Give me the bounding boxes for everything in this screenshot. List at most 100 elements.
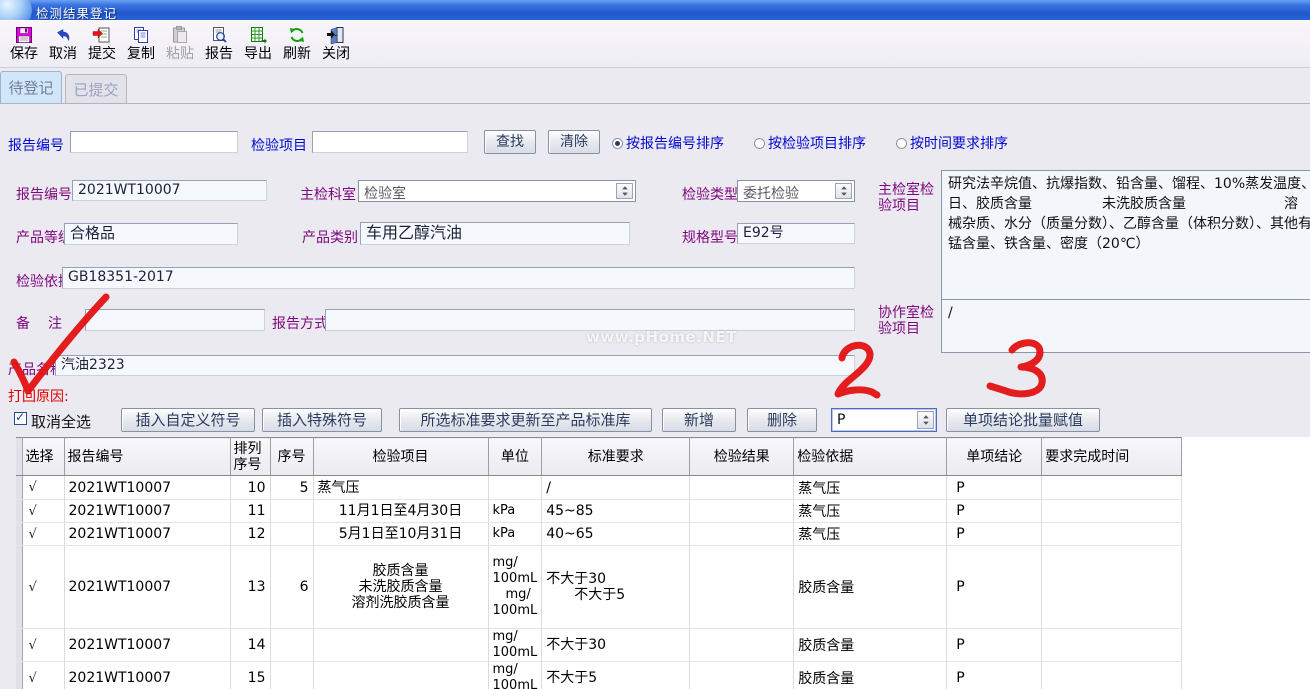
column-header-checked[interactable]: 选择 <box>22 438 64 476</box>
cell-conclusion: P <box>947 476 1042 500</box>
tab-submitted[interactable]: 已提交 <box>65 74 127 103</box>
delete-button[interactable]: 删除 <box>747 408 817 432</box>
column-header-conclusion[interactable]: 单项结论 <box>947 438 1042 476</box>
cell-conclusion: P <box>947 546 1042 629</box>
cell-checked[interactable]: √ <box>22 476 64 500</box>
cell-sort_no: 10 <box>230 476 270 500</box>
toolbar-button-report[interactable]: 报告 <box>200 22 238 66</box>
clear-button[interactable]: 清除 <box>548 130 600 154</box>
cell-basis: 胶质含量 <box>794 629 947 662</box>
main-dept-label: 主检科室 <box>300 184 356 204</box>
cell-seq <box>270 523 313 546</box>
export-icon <box>248 25 268 45</box>
search-report-no-input[interactable] <box>70 131 238 153</box>
column-header-basis[interactable]: 检验依据 <box>794 438 947 476</box>
refresh-icon <box>287 25 307 45</box>
cell-item: 蒸气压 <box>313 476 488 500</box>
column-header-result[interactable]: 检验结果 <box>690 438 794 476</box>
product-name-input[interactable]: 汽油2323 <box>55 355 855 376</box>
main-items-label: 主检室检验项目 <box>878 182 940 214</box>
column-header-unit[interactable]: 单位 <box>488 438 542 476</box>
cell-checked[interactable]: √ <box>22 500 64 523</box>
column-header-report_no[interactable]: 报告编号 <box>64 438 230 476</box>
sort-option-1[interactable]: 按检验项目排序 <box>754 133 866 153</box>
cell-sort_no: 13 <box>230 546 270 629</box>
spec-input[interactable]: E92号 <box>737 223 855 244</box>
column-header-deadline[interactable]: 要求完成时间 <box>1042 438 1182 476</box>
close-icon <box>326 25 346 45</box>
cell-seq: 5 <box>270 476 313 500</box>
toolbar-button-submit[interactable]: 提交 <box>83 22 121 66</box>
spec-label: 规格型号 <box>682 227 738 247</box>
cell-standard: 不大于5 <box>542 662 690 689</box>
radio-icon[interactable] <box>896 138 907 149</box>
search-item-label: 检验项目 <box>251 135 307 155</box>
table-row[interactable]: √2021WT100071111月1日至4月30日kPa45~85蒸气压P <box>16 500 1182 523</box>
spinner-icon[interactable] <box>616 183 633 199</box>
cell-item <box>313 629 488 662</box>
update-standard-button[interactable]: 所选标准要求更新至产品标准库 <box>399 408 652 432</box>
test-type-select[interactable]: 委托检验 <box>737 180 855 202</box>
category-input[interactable]: 车用乙醇汽油 <box>360 222 630 245</box>
cell-standard: 不大于30 不大于5 <box>542 546 690 629</box>
insert-custom-symbol-button[interactable]: 插入自定义符号 <box>121 408 255 432</box>
grade-input[interactable]: 合格品 <box>64 223 238 245</box>
main-items-textarea[interactable]: 研究法辛烷值、抗爆指数、铅含量、馏程、10%蒸发温度、50%蒸 日、胶质含量 未… <box>941 170 1310 300</box>
report-method-label: 报告方式 <box>272 313 328 333</box>
radio-icon[interactable] <box>612 138 623 149</box>
table-row[interactable]: √2021WT10007136胶质含量 未洗胶质含量 溶剂洗胶质含量mg/ 10… <box>16 546 1182 629</box>
report-no-input[interactable]: 2021WT10007 <box>72 180 267 201</box>
toolbar-button-paste: 粘贴 <box>161 22 199 66</box>
window-title: 检测结果登记 <box>36 3 117 20</box>
sort-option-2[interactable]: 按时间要求排序 <box>896 133 1008 153</box>
cell-deadline <box>1042 662 1182 689</box>
insert-special-symbol-button[interactable]: 插入特殊符号 <box>262 408 382 432</box>
table-row[interactable]: √2021WT10007125月1日至10月31日kPa40~65蒸气压P <box>16 523 1182 546</box>
find-button[interactable]: 查找 <box>484 130 536 154</box>
column-header-item[interactable]: 检验项目 <box>313 438 488 476</box>
cell-item: 胶质含量 未洗胶质含量 溶剂洗胶质含量 <box>313 546 488 629</box>
radio-icon[interactable] <box>754 138 765 149</box>
uncheck-all-label: 取消全选 <box>31 411 91 432</box>
tab-pending[interactable]: 待登记 <box>0 71 62 103</box>
cell-checked[interactable]: √ <box>22 662 64 689</box>
cell-seq <box>270 662 313 689</box>
column-header-sort_no[interactable]: 排列 序号 <box>230 438 270 476</box>
search-item-input[interactable] <box>312 131 468 153</box>
uncheck-all-checkbox[interactable] <box>14 412 27 425</box>
cell-item: 5月1日至10月31日 <box>313 523 488 546</box>
cell-report_no: 2021WT10007 <box>64 546 230 629</box>
sort-option-0[interactable]: 按报告编号排序 <box>612 133 724 153</box>
column-header-standard[interactable]: 标准要求 <box>542 438 690 476</box>
submit-icon <box>92 25 112 45</box>
cell-result <box>690 629 794 662</box>
search-report-no-label: 报告编号 <box>8 135 64 155</box>
main-dept-select[interactable]: 检验室 <box>358 180 636 202</box>
cell-checked[interactable]: √ <box>22 629 64 662</box>
remark-input[interactable] <box>85 309 265 331</box>
toolbar-button-refresh[interactable]: 刷新 <box>278 22 316 66</box>
cell-conclusion: P <box>947 523 1042 546</box>
cell-item <box>313 662 488 689</box>
column-header-seq[interactable]: 序号 <box>270 438 313 476</box>
conclusion-select[interactable]: P <box>831 408 937 432</box>
add-button[interactable]: 新增 <box>662 408 736 432</box>
table-row[interactable]: √2021WT10007105蒸气压/蒸气压P <box>16 476 1182 500</box>
coop-items-textarea[interactable]: / <box>941 299 1310 353</box>
batch-assign-button[interactable]: 单项结论批量赋值 <box>946 408 1100 432</box>
toolbar-button-export[interactable]: 导出 <box>239 22 277 66</box>
basis-input[interactable]: GB18351-2017 <box>62 267 855 289</box>
cell-checked[interactable]: √ <box>22 546 64 629</box>
cell-checked[interactable]: √ <box>22 523 64 546</box>
toolbar-button-copy[interactable]: 复制 <box>122 22 160 66</box>
toolbar-button-close[interactable]: 关闭 <box>317 22 355 66</box>
toolbar-button-save[interactable]: 保存 <box>5 22 43 66</box>
table-row[interactable]: √2021WT1000715mg/ 100mL不大于5胶质含量P <box>16 662 1182 689</box>
spinner-icon[interactable] <box>917 411 934 429</box>
cell-conclusion: P <box>947 629 1042 662</box>
spinner-icon[interactable] <box>835 183 852 199</box>
cell-unit: mg/ 100mL <box>488 629 542 662</box>
table-row[interactable]: √2021WT1000714mg/ 100mL不大于30胶质含量P <box>16 629 1182 662</box>
test-type-label: 检验类型 <box>682 184 738 204</box>
toolbar-button-cancel[interactable]: 取消 <box>44 22 82 66</box>
